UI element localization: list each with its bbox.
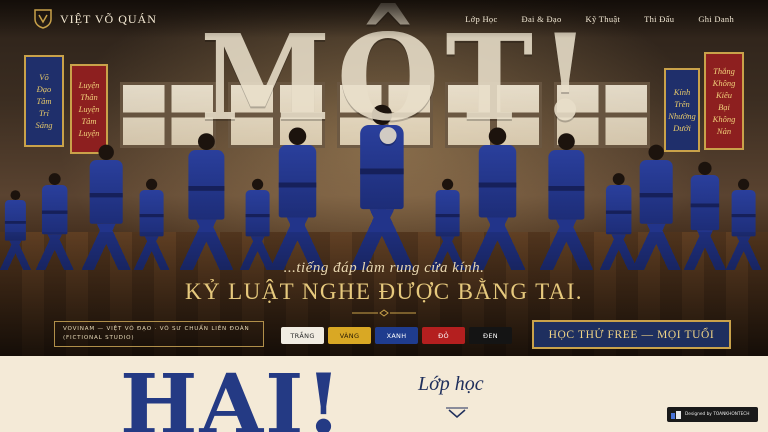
section-title: Lớp học <box>418 373 484 395</box>
brand-logo-link[interactable]: VIỆT VÕ QUÁN <box>34 9 157 29</box>
banner-line: Đạo <box>36 84 52 94</box>
chevron-down-icon[interactable] <box>446 406 468 420</box>
belt-blue-button[interactable]: XANH <box>375 327 418 344</box>
classes-section: HAI! Lớp học <box>0 356 768 432</box>
shield-emblem-icon <box>34 9 52 29</box>
org-line: VOVINAM — VIỆT VÕ ĐẠO · VÕ SƯ CHUẨN LIÊN… <box>63 326 250 332</box>
nav-item-thi-dau[interactable]: Thi Đấu <box>644 14 674 24</box>
designer-label: Designed by TOANKHONTECH <box>685 412 750 417</box>
belt-selector: TRẮNG VÀNG XANH ĐỎ ĐEN <box>281 327 512 344</box>
banner-line: Bại <box>718 102 730 112</box>
banner-line: Nhường <box>668 111 696 121</box>
belt-yellow-button[interactable]: VÀNG <box>328 327 371 344</box>
banner-line: Luyện <box>78 104 100 114</box>
banner-line: Kính <box>673 87 691 97</box>
banner-line: Không <box>712 114 736 124</box>
banner-line: Trên <box>674 99 690 109</box>
banner-line: Trí <box>39 108 49 118</box>
hero-subheadline: KỶ LUẬT NGHE ĐƯỢC BẰNG TAI. <box>185 279 583 304</box>
divider-flourish-icon <box>352 309 416 317</box>
hero-section: Võ Đạo Tâm Trí Sáng Luyện Thân Luyện Tâm… <box>0 0 768 356</box>
brand-name: VIỆT VÕ QUÁN <box>60 11 157 26</box>
cta-label: HỌC THỬ FREE — MỌI TUỔI <box>548 328 715 341</box>
belt-white-button[interactable]: TRẮNG <box>281 327 324 344</box>
nav-item-ghi-danh[interactable]: Ghi Danh <box>698 14 734 24</box>
org-note: (FICTIONAL STUDIO) <box>63 334 135 341</box>
banner-line: Luyện <box>78 80 100 90</box>
banner-line: Kiêu <box>715 90 733 100</box>
nav-item-dai-dao[interactable]: Đai & Đạo <box>522 14 562 24</box>
banner-line: Không <box>712 78 736 88</box>
nav-item-ky-thuat[interactable]: Kỹ Thuật <box>586 14 621 24</box>
nav-item-lop-hoc[interactable]: Lớp Học <box>465 14 497 24</box>
designer-logo-icon <box>671 410 681 419</box>
nav-menu: Lớp Học Đai & Đạo Kỹ Thuật Thi Đấu Ghi D… <box>465 14 734 24</box>
belt-black-button[interactable]: ĐEN <box>469 327 512 344</box>
belt-red-button[interactable]: ĐỎ <box>422 327 465 344</box>
banner-line: Thân <box>80 92 98 102</box>
banner-line: Thắng <box>713 66 735 76</box>
hero-tagline: ...tiếng đáp làm rung cửa kính. <box>283 260 485 276</box>
trial-cta-button[interactable]: HỌC THỬ FREE — MỌI TUỔI <box>532 320 731 349</box>
banner-line: Tâm <box>81 116 97 126</box>
banner-line: Võ <box>39 72 49 82</box>
designer-badge[interactable]: Designed by TOANKHONTECH <box>667 407 758 422</box>
org-info-box: VOVINAM — VIỆT VÕ ĐẠO · VÕ SƯ CHUẨN LIÊN… <box>54 321 264 347</box>
banner-line: Tâm <box>36 96 52 106</box>
top-nav: VIỆT VÕ QUÁN Lớp Học Đai & Đạo Kỹ Thuật … <box>0 0 768 38</box>
section-big-word: HAI! <box>120 357 344 432</box>
